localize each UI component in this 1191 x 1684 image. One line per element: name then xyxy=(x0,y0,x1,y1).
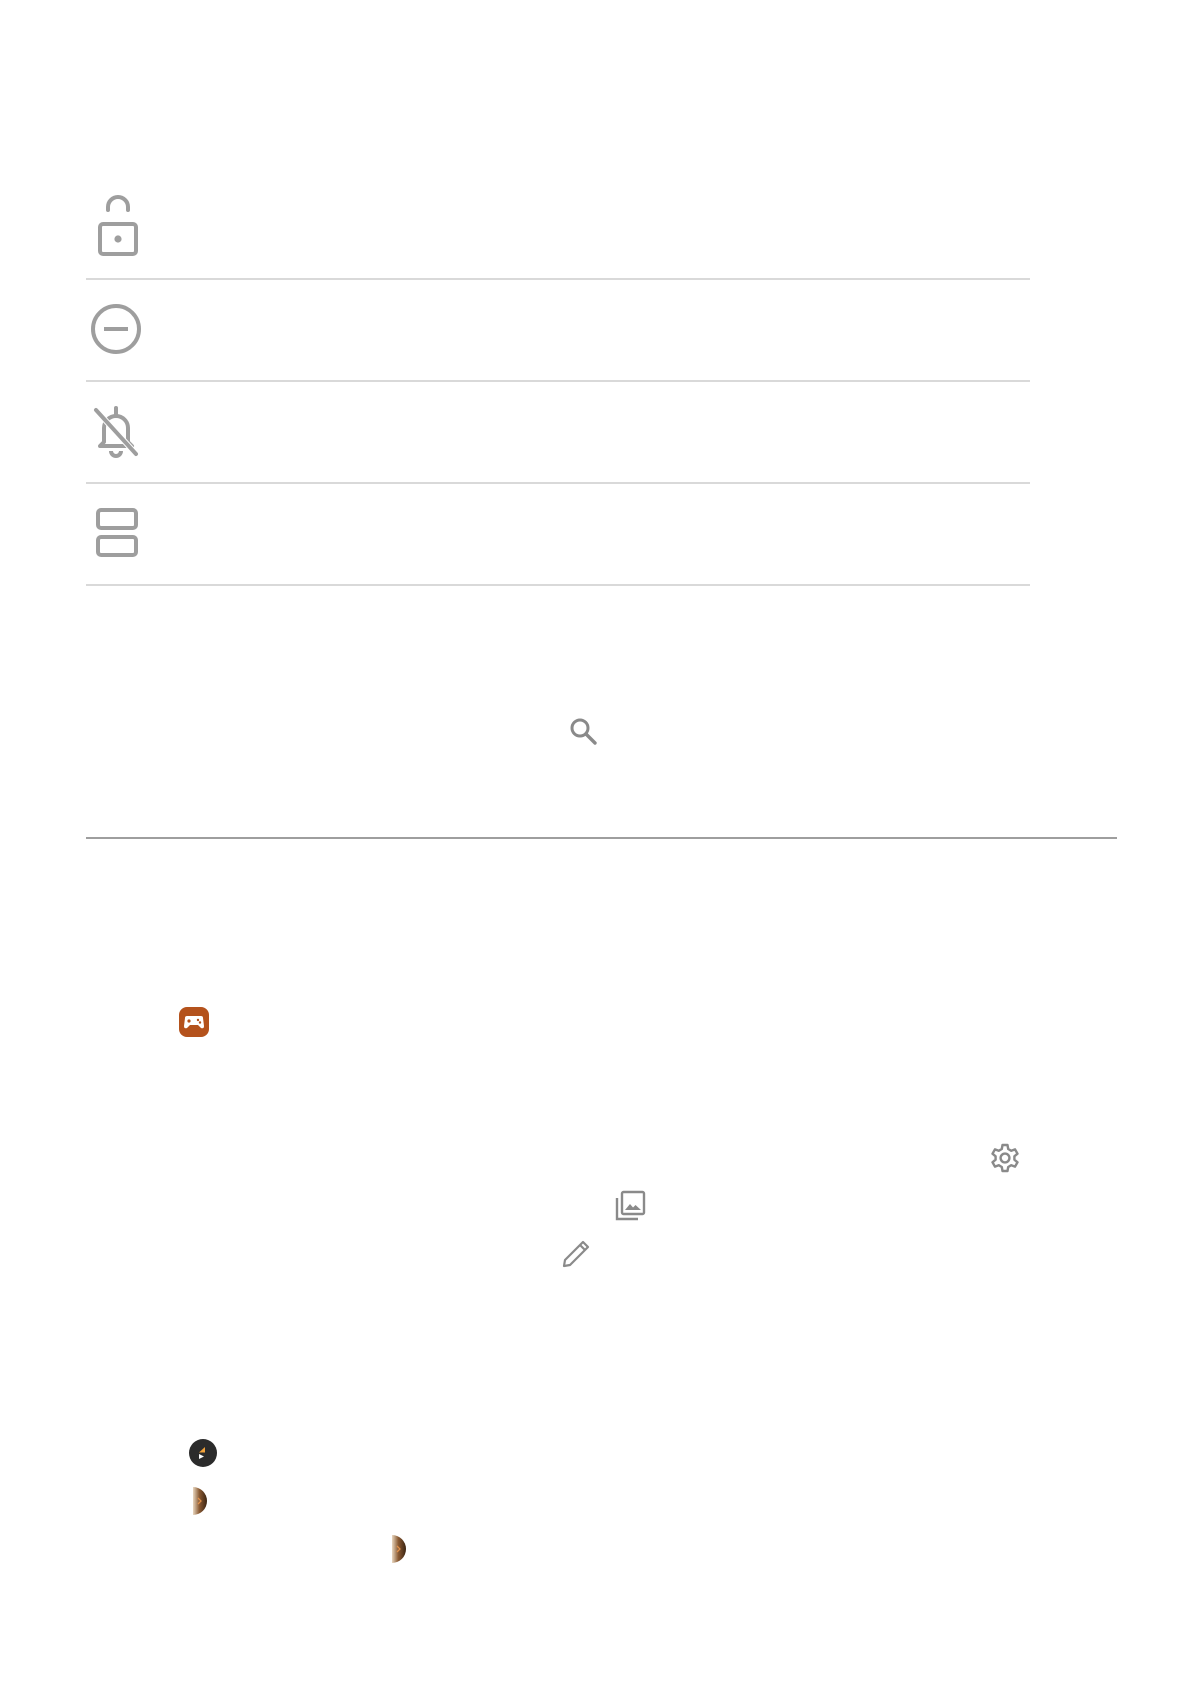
photo-gallery-icon xyxy=(614,1190,646,1222)
split-screen-icon xyxy=(90,506,146,562)
row-divider xyxy=(86,278,1030,280)
game-controller-app-icon xyxy=(178,1006,210,1038)
do-not-disturb-icon xyxy=(90,302,146,358)
half-thumbnail-icon xyxy=(392,1534,408,1564)
section-divider xyxy=(86,837,1117,839)
row-divider xyxy=(86,482,1030,484)
media-play-badge-icon xyxy=(188,1438,218,1468)
unlock-icon xyxy=(90,195,146,258)
row-divider xyxy=(86,584,1030,586)
notifications-off-icon xyxy=(90,404,146,460)
row-divider xyxy=(86,380,1030,382)
settings-gear-icon xyxy=(989,1142,1021,1174)
half-thumbnail-icon xyxy=(193,1486,209,1516)
edit-pencil-icon xyxy=(560,1238,592,1270)
search-icon xyxy=(569,717,599,747)
